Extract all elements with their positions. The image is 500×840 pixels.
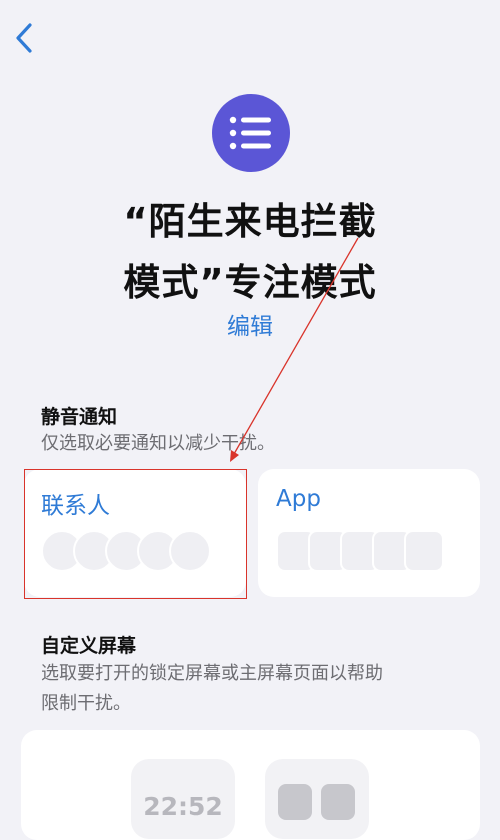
annotation-arrow bbox=[230, 237, 359, 462]
